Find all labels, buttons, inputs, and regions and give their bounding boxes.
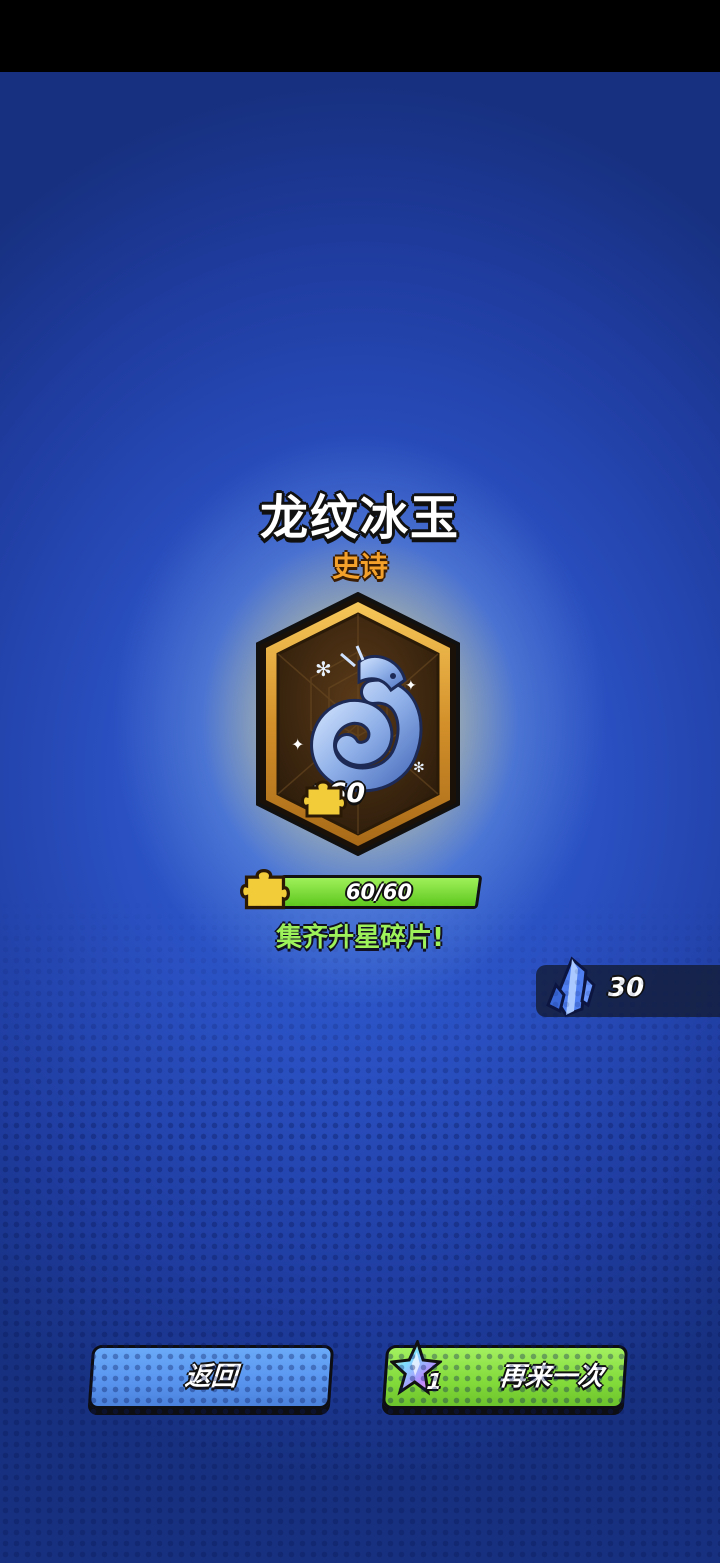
card-frame: ✻ ✻ ✦ ✦ — [256, 592, 460, 856]
svg-text:✦: ✦ — [291, 735, 304, 754]
svg-text:✦: ✦ — [405, 678, 417, 694]
shard-progress: 60/60 — [240, 864, 483, 914]
back-button-label: 返回 — [183, 1362, 239, 1392]
currency-value: 30 — [608, 973, 645, 1003]
draw-again-button[interactable]: 1 再来一次 — [381, 1340, 629, 1409]
currency-counter: 30 — [536, 956, 720, 1017]
progress-text: 60/60 — [345, 880, 413, 904]
reward-badge: +60 — [301, 778, 365, 818]
item-card[interactable]: ✻ ✻ ✦ ✦ +60 — [255, 592, 461, 856]
draw-again-label: 再来一次 — [497, 1362, 605, 1392]
status-bar — [0, 0, 720, 72]
gacha-result-screen: 龙纹冰玉 史诗 ✻ ✻ ✦ ✦ 60/60 集齐升星碎片! 30 返回 1 再来… — [0, 0, 720, 1563]
svg-text:✻: ✻ — [315, 657, 332, 681]
back-button[interactable]: 返回 — [87, 1345, 335, 1409]
draw-cost: 1 — [425, 1370, 443, 1395]
puzzle-piece-icon — [240, 868, 290, 910]
item-rarity: 史诗 — [331, 550, 388, 583]
puzzle-piece-icon — [301, 780, 347, 818]
status-message: 集齐升星碎片! — [276, 923, 444, 953]
item-name: 龙纹冰玉 — [259, 490, 460, 546]
blue-crystal-icon — [546, 956, 596, 1017]
svg-text:✻: ✻ — [413, 760, 425, 776]
